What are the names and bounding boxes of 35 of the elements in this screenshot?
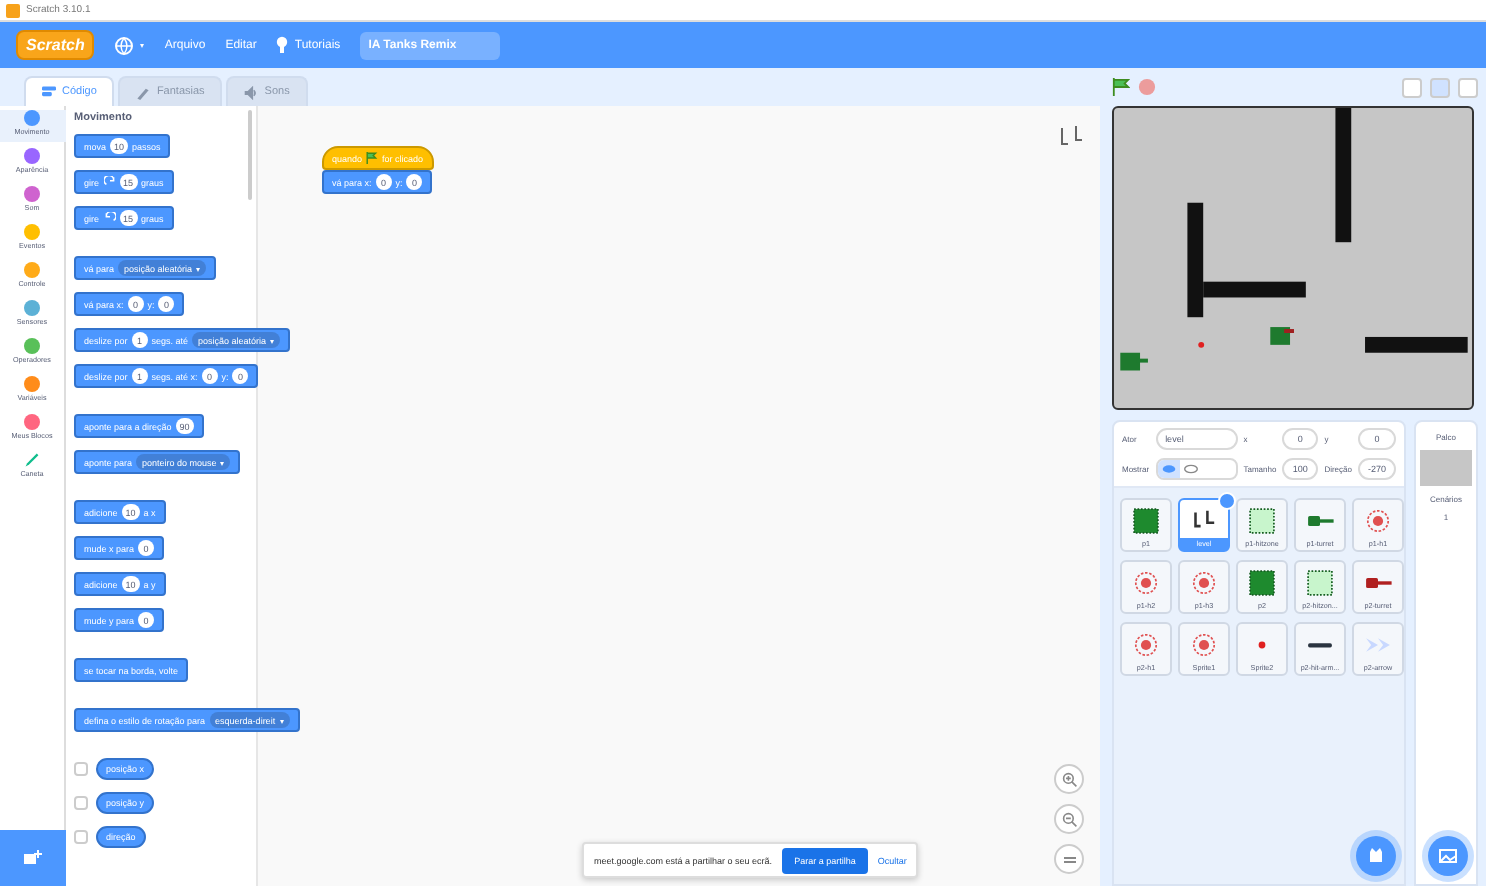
checkbox[interactable] — [74, 830, 88, 844]
code-icon — [42, 86, 56, 98]
stop-icon[interactable] — [1138, 78, 1156, 96]
zoom-reset-button[interactable] — [1054, 844, 1084, 874]
lightbulb-icon — [276, 36, 289, 54]
brush-icon — [136, 85, 151, 99]
add-extension-button[interactable] — [0, 830, 66, 886]
delete-badge[interactable] — [1218, 492, 1236, 510]
zoom-in-button[interactable] — [1054, 764, 1084, 794]
cat-icon — [1366, 846, 1386, 866]
equals-icon — [1063, 853, 1075, 865]
eye-slash-icon — [1183, 464, 1198, 474]
small-stage-button[interactable] — [1402, 77, 1422, 97]
zoom-out-button[interactable] — [1054, 804, 1084, 834]
eye-icon — [1161, 464, 1176, 474]
language-menu[interactable] — [114, 35, 145, 55]
zoom-in-icon — [1061, 771, 1077, 787]
flag-icon[interactable] — [1112, 78, 1130, 96]
globe-icon — [114, 35, 135, 55]
sprite-thumbnail — [1056, 122, 1084, 150]
checkbox[interactable] — [74, 796, 88, 810]
rotate-left-icon — [103, 212, 116, 224]
choose-backdrop-button[interactable] — [1428, 836, 1468, 876]
picture-icon — [1438, 846, 1458, 866]
speaker-icon — [244, 85, 259, 99]
hide-button[interactable] — [1179, 460, 1202, 478]
rotate-right-icon — [103, 176, 116, 188]
zoom-out-icon — [1061, 811, 1077, 827]
extension-icon — [23, 850, 43, 866]
app-icon — [6, 3, 20, 17]
checkbox[interactable] — [74, 762, 88, 776]
fullscreen-button[interactable] — [1458, 77, 1478, 97]
backdrop-thumbnail[interactable] — [1420, 450, 1472, 486]
flag-icon — [366, 152, 379, 164]
show-button[interactable] — [1157, 460, 1180, 478]
